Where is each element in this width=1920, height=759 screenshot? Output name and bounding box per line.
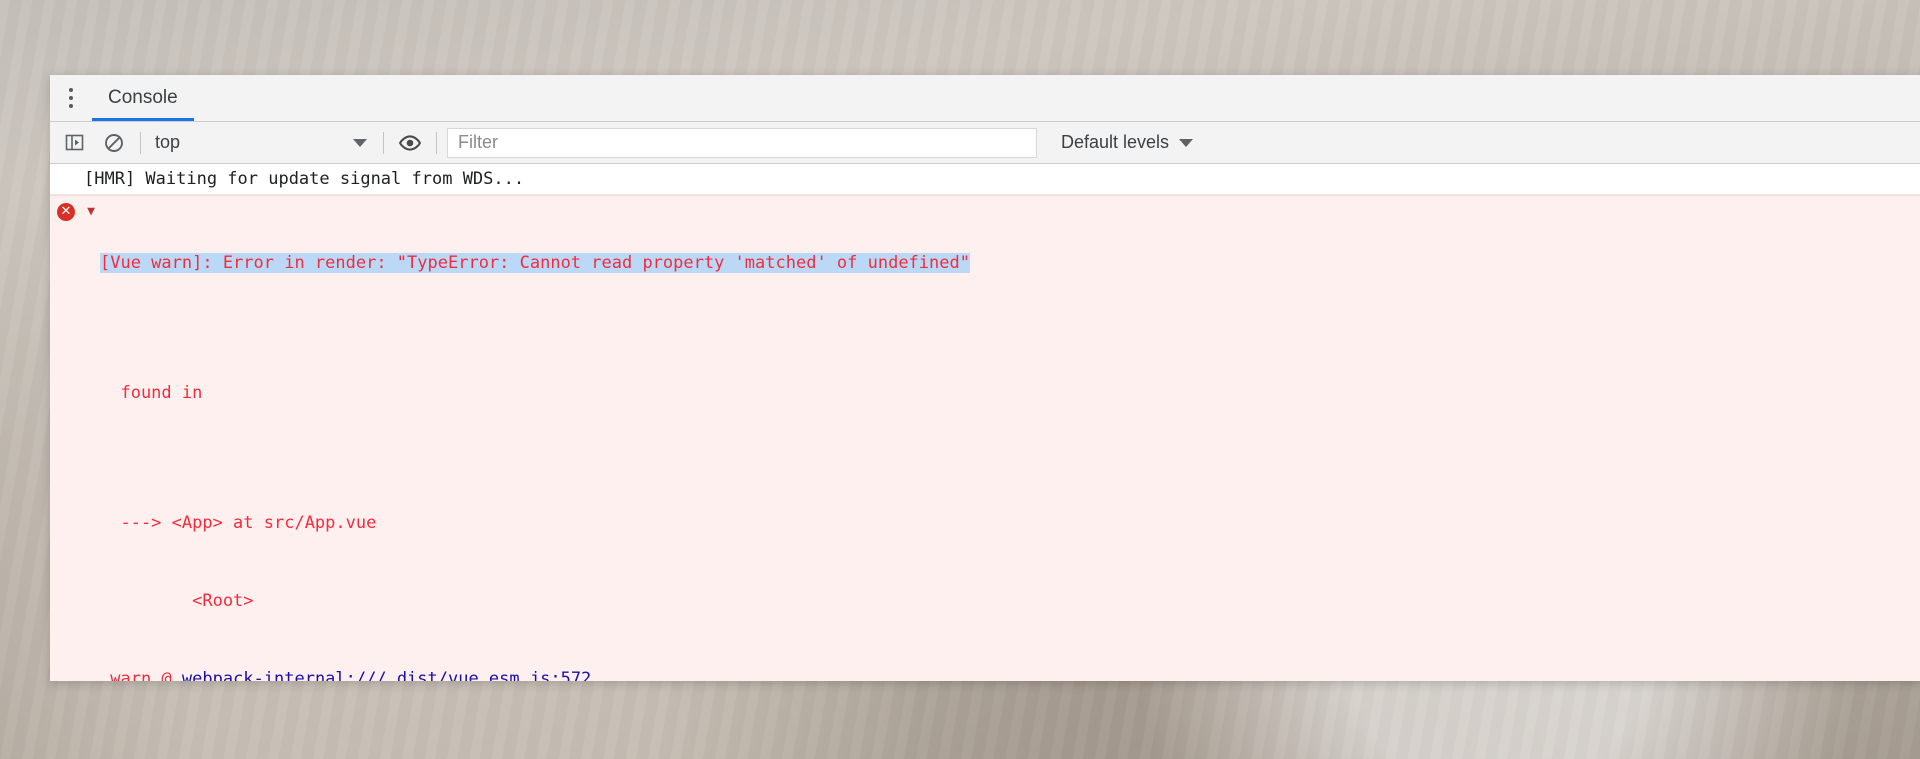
devtools-panel: Console top Filter Default levels [HMR] … — [50, 75, 1920, 681]
clear-console-icon[interactable] — [94, 128, 134, 158]
devtools-tabstrip: Console — [50, 75, 1920, 122]
live-expression-eye-icon[interactable] — [390, 128, 430, 158]
console-message-error[interactable]: ✕ ▼ [Vue warn]: Error in render: "TypeEr… — [50, 195, 1920, 681]
error-circle-icon: ✕ — [50, 198, 82, 221]
console-message-log[interactable]: [HMR] Waiting for update signal from WDS… — [50, 164, 1920, 195]
warn-origin-prefix: warn @ — [100, 669, 182, 681]
vue-warn-headline: [Vue warn]: Error in render: "TypeError:… — [100, 253, 970, 273]
console-message-text: [HMR] Waiting for update signal from WDS… — [84, 169, 525, 189]
log-levels-dropdown[interactable]: Default levels — [1061, 132, 1194, 153]
log-levels-label: Default levels — [1061, 132, 1170, 152]
console-message-list[interactable]: [HMR] Waiting for update signal from WDS… — [50, 164, 1920, 681]
tab-console[interactable]: Console — [92, 75, 194, 121]
vue-warn-line-1: found in — [120, 383, 203, 403]
chevron-down-icon — [353, 138, 367, 147]
warn-origin-link[interactable]: webpack-internal:///…dist/vue.esm.js:572 — [182, 669, 591, 681]
execution-context-selector[interactable]: top — [147, 128, 377, 158]
more-vertical-icon[interactable] — [50, 75, 92, 121]
vue-warn-line-4: <Root> — [120, 591, 254, 611]
toolbar-divider-2 — [383, 131, 384, 154]
show-console-sidebar-icon[interactable] — [54, 128, 94, 158]
toolbar-divider-3 — [436, 131, 437, 154]
toolbar-divider-1 — [140, 131, 141, 154]
vue-warn-line-3: ---> <App> at src/App.vue — [120, 513, 377, 533]
console-toolbar: top Filter Default levels — [50, 122, 1920, 164]
chevron-down-icon — [1179, 138, 1194, 147]
execution-context-value: top — [155, 132, 181, 152]
filter-input[interactable]: Filter — [447, 127, 1037, 158]
triangle-down-icon[interactable]: ▼ — [82, 198, 100, 225]
filter-placeholder: Filter — [458, 132, 498, 152]
tab-console-label: Console — [108, 87, 178, 108]
console-message-body: [Vue warn]: Error in render: "TypeError:… — [100, 198, 1920, 681]
